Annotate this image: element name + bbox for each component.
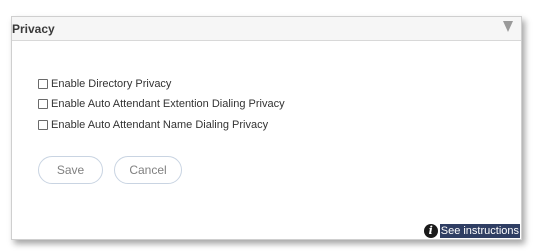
option-name-dialing-privacy[interactable]: Enable Auto Attendant Name Dialing Priva… xyxy=(38,118,268,132)
save-button[interactable]: Save xyxy=(38,156,103,184)
cancel-button[interactable]: Cancel xyxy=(114,156,182,184)
option-directory-privacy[interactable]: Enable Directory Privacy xyxy=(38,77,171,91)
option-label: Enable Auto Attendant Extention Dialing … xyxy=(51,98,285,110)
privacy-panel: Privacy Enable Directory Privacy Enable … xyxy=(11,16,522,240)
option-label: Enable Auto Attendant Name Dialing Priva… xyxy=(51,119,269,131)
panel-header: Privacy xyxy=(12,17,521,41)
directory-privacy-checkbox[interactable] xyxy=(38,79,48,89)
panel-title: Privacy xyxy=(12,22,55,36)
option-extension-dialing-privacy[interactable]: Enable Auto Attendant Extention Dialing … xyxy=(38,97,285,111)
collapse-arrow-icon[interactable] xyxy=(503,21,513,32)
info-icon: i xyxy=(423,224,438,238)
see-instructions-label[interactable]: See instructions xyxy=(439,224,520,238)
name-dialing-privacy-checkbox[interactable] xyxy=(38,120,48,130)
extension-dialing-privacy-checkbox[interactable] xyxy=(38,99,48,109)
option-label: Enable Directory Privacy xyxy=(51,78,172,90)
see-instructions-link[interactable]: i See instructions xyxy=(423,224,520,238)
